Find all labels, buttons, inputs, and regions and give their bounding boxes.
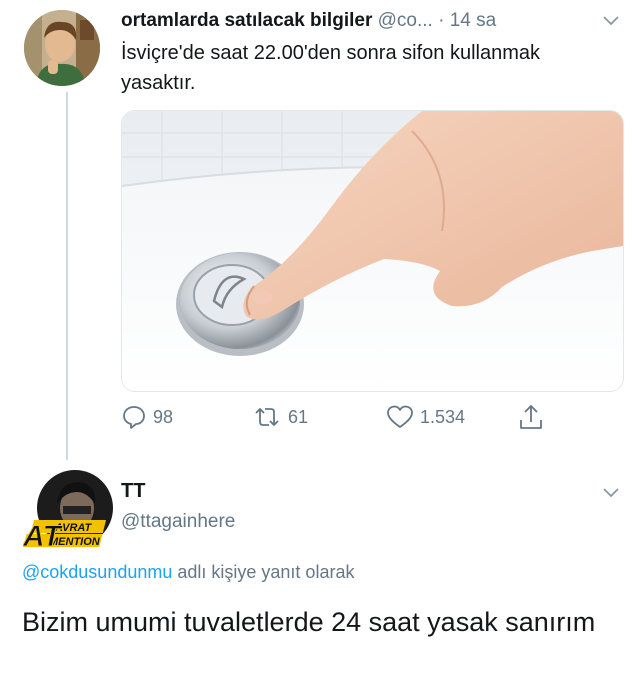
reply-icon [123, 406, 145, 429]
like-button[interactable]: 1.534 [386, 400, 465, 434]
avatar-badge: AVRAT MENTION AT [22, 520, 107, 554]
tweet-text: İsviçre'de saat 22.00'den sonra sifon ku… [121, 42, 540, 94]
like-count: 1.534 [420, 406, 466, 427]
avatar-badge-left: AT [23, 520, 63, 553]
reply-count: 98 [153, 406, 174, 427]
replying-to: @cokdusundunmu adlı kişiye yanıt olarak [22, 562, 354, 583]
reply-to-mention-link[interactable]: @cokdusundunmu [22, 562, 172, 582]
tweet-actions: 98 61 1.534 [121, 400, 551, 434]
author-handle[interactable]: @co... [378, 10, 433, 31]
author-handle[interactable]: @ttagainhere [121, 511, 235, 533]
avatar-photo: AVRAT MENTION AT [22, 470, 113, 554]
reply-to-label: adlı kişiye yanıt olarak [172, 562, 355, 582]
avatar-photo [24, 10, 100, 86]
retweet-icon [255, 408, 279, 426]
share-icon [520, 405, 542, 429]
chevron-down-icon[interactable] [602, 486, 620, 500]
tweet-media-image[interactable] [121, 110, 624, 392]
thread-line [66, 92, 68, 460]
reply-button[interactable]: 98 [121, 400, 173, 434]
tweet-text: Bizim umumi tuvaletlerde 24 saat yasak s… [22, 607, 596, 637]
chevron-down-icon[interactable] [602, 14, 620, 28]
tweet-time[interactable]: · 14 sa [438, 10, 496, 31]
avatar[interactable] [24, 10, 100, 86]
tweet-header: ortamlarda satılacak bilgiler @co... · 1… [121, 10, 626, 34]
toilet-flush-photo [122, 111, 623, 391]
retweet-button[interactable]: 61 [252, 400, 308, 434]
share-button[interactable] [518, 400, 544, 434]
like-icon [387, 405, 413, 428]
retweet-count: 61 [288, 406, 309, 427]
author-name[interactable]: TT [121, 480, 145, 503]
author-name[interactable]: ortamlarda satılacak bilgiler [121, 10, 372, 31]
avatar[interactable]: AVRAT MENTION AT [22, 468, 115, 560]
